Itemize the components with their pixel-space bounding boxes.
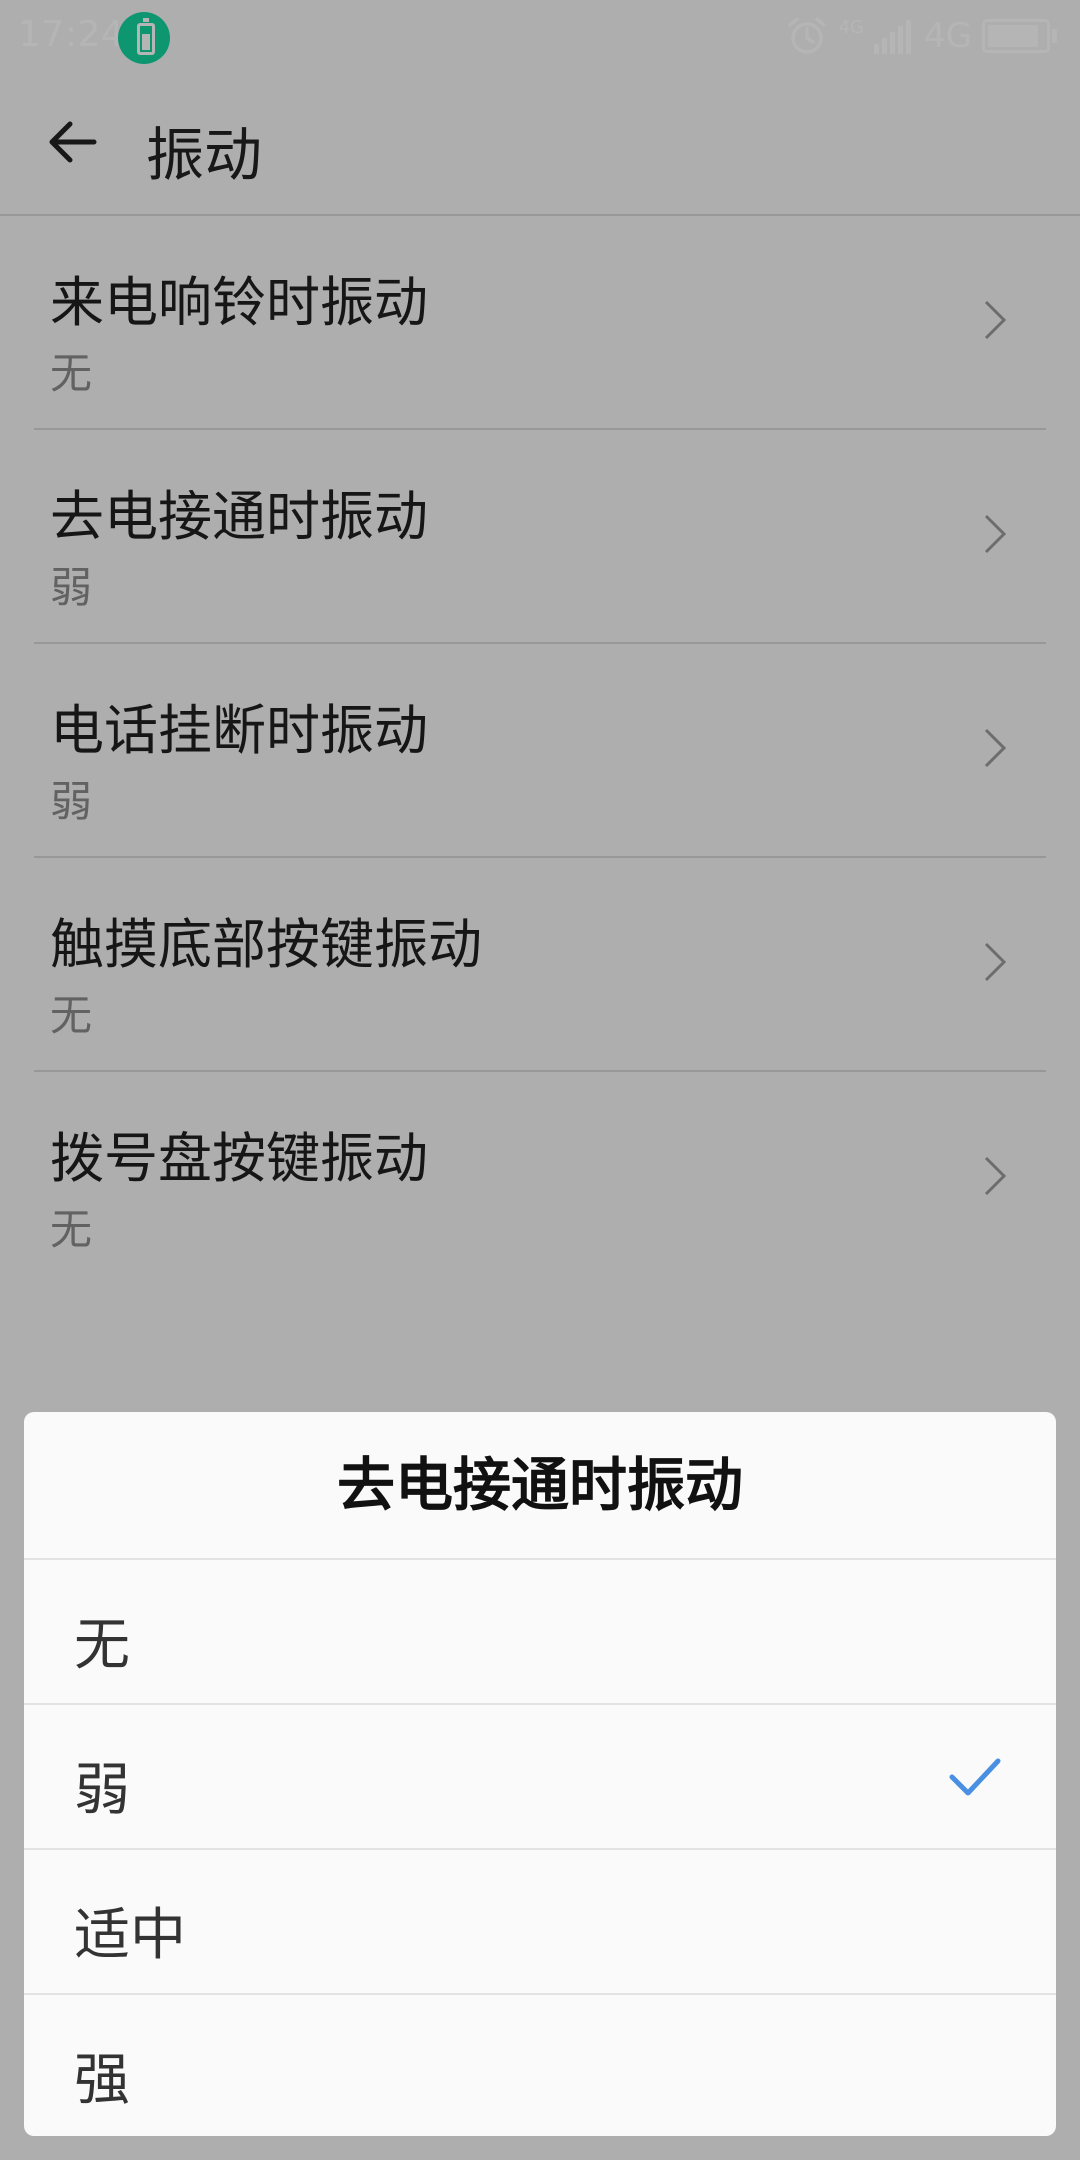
dialog-option-label: 无 — [74, 1613, 130, 1678]
dialog-option-label: 强 — [74, 2048, 130, 2113]
dialog-option-label: 弱 — [74, 1758, 130, 1823]
check-icon — [948, 1755, 1002, 1799]
dialog-option-weak[interactable]: 弱 — [24, 1705, 1056, 1850]
dialog-option-medium[interactable]: 适中 — [24, 1850, 1056, 1995]
dialog-title: 去电接通时振动 — [24, 1412, 1056, 1560]
dialog-option-none[interactable]: 无 — [24, 1560, 1056, 1705]
dialog-option-strong[interactable]: 强 — [24, 1995, 1056, 2136]
vibration-level-dialog: 去电接通时振动 无 弱 适中 强 — [24, 1412, 1056, 2136]
dialog-option-label: 适中 — [74, 1903, 186, 1968]
